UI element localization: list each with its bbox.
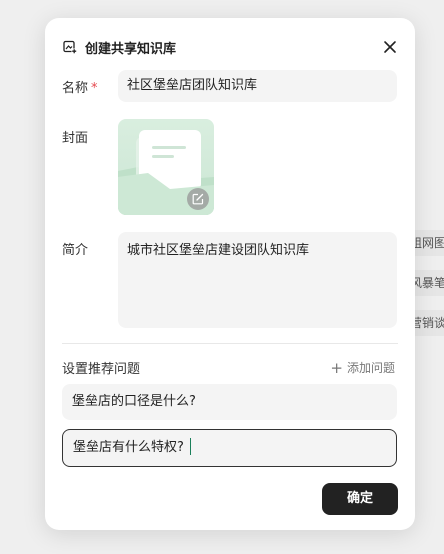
edit-icon xyxy=(192,193,204,205)
question-text: 堡垒店有什么特权? xyxy=(73,440,184,455)
section-divider xyxy=(62,343,398,344)
recommended-questions-title: 设置推荐问题 xyxy=(62,362,141,377)
description-textarea[interactable]: 城市社区堡垒店建设团队知识库 xyxy=(118,232,397,328)
knowledge-base-add-icon xyxy=(63,40,77,54)
cover-edit-button[interactable] xyxy=(187,188,209,210)
cover-image[interactable] xyxy=(118,119,214,215)
description-label: 简介 xyxy=(62,243,89,258)
name-input[interactable]: 社区堡垒店团队知识库 xyxy=(118,70,397,102)
add-question-label: 添加问题 xyxy=(346,361,395,375)
confirm-button[interactable]: 确定 xyxy=(322,483,398,515)
add-question-button[interactable]: + 添加问题 xyxy=(330,359,395,376)
dialog-title: 创建共享知识库 xyxy=(85,41,177,57)
question-text: 堡垒店的口径是什么? xyxy=(72,394,196,409)
create-knowledge-base-dialog: 创建共享知识库 名称 * 社区堡垒店团队知识库 封面 简介 城市社区堡垒店建设团队… xyxy=(45,18,415,530)
dialog-header: 创建共享知识库 xyxy=(63,36,399,58)
plus-icon: + xyxy=(330,358,343,377)
close-button[interactable] xyxy=(381,38,399,56)
name-label: 名称 * xyxy=(62,81,98,96)
close-icon xyxy=(384,41,396,53)
text-caret xyxy=(189,438,191,455)
cover-label: 封面 xyxy=(62,131,89,146)
required-mark: * xyxy=(91,81,98,96)
question-input-active[interactable]: 堡垒店有什么特权? xyxy=(62,429,397,467)
question-item[interactable]: 堡垒店的口径是什么? xyxy=(62,384,397,420)
